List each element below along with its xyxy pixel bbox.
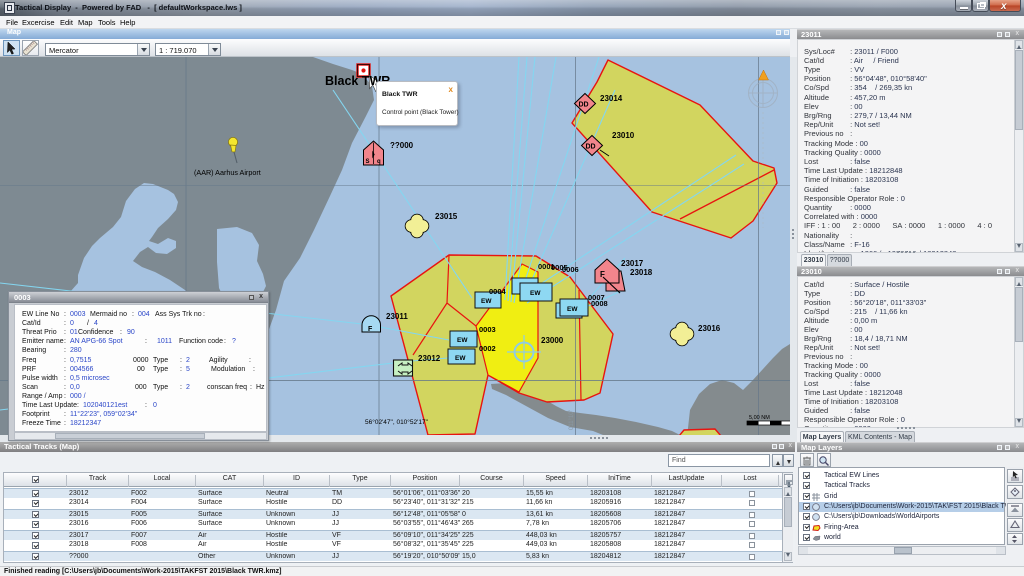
svg-text:EW: EW bbox=[457, 337, 468, 344]
svg-text:DD: DD bbox=[586, 144, 596, 151]
svg-text:S: S bbox=[366, 159, 370, 165]
svg-text:0004: 0004 bbox=[489, 287, 507, 296]
svg-text:23015: 23015 bbox=[435, 212, 458, 221]
svg-text:DD: DD bbox=[579, 102, 589, 109]
svg-text:23017: 23017 bbox=[621, 259, 644, 268]
svg-text:23018: 23018 bbox=[630, 268, 653, 277]
svg-text:F: F bbox=[368, 326, 373, 333]
svg-text:EW: EW bbox=[530, 290, 541, 297]
svg-text:23011: 23011 bbox=[386, 312, 408, 321]
svg-text:(AAR) Aarhus Airport: (AAR) Aarhus Airport bbox=[194, 168, 261, 177]
svg-text:011°10': 011°10' bbox=[569, 410, 575, 430]
svg-text:EW: EW bbox=[567, 306, 578, 313]
svg-text:23014: 23014 bbox=[600, 94, 623, 103]
svg-text:EW: EW bbox=[481, 298, 492, 305]
svg-text:23010: 23010 bbox=[612, 131, 635, 140]
svg-text:23012: 23012 bbox=[418, 354, 441, 363]
svg-text:56°02'47", 010°52'17": 56°02'47", 010°52'17" bbox=[365, 418, 429, 426]
svg-text:0003: 0003 bbox=[479, 325, 496, 334]
svg-text:0002: 0002 bbox=[479, 344, 496, 353]
svg-text:??000: ??000 bbox=[390, 141, 414, 150]
svg-text:23016: 23016 bbox=[698, 324, 721, 333]
svg-text:0006: 0006 bbox=[562, 265, 579, 274]
svg-text:F: F bbox=[600, 270, 605, 279]
svg-text:EW: EW bbox=[455, 355, 466, 362]
svg-text:q: q bbox=[377, 159, 381, 165]
svg-text:23000: 23000 bbox=[541, 336, 564, 345]
svg-text:5,00 NM: 5,00 NM bbox=[749, 415, 770, 421]
svg-text:0008: 0008 bbox=[591, 299, 608, 308]
